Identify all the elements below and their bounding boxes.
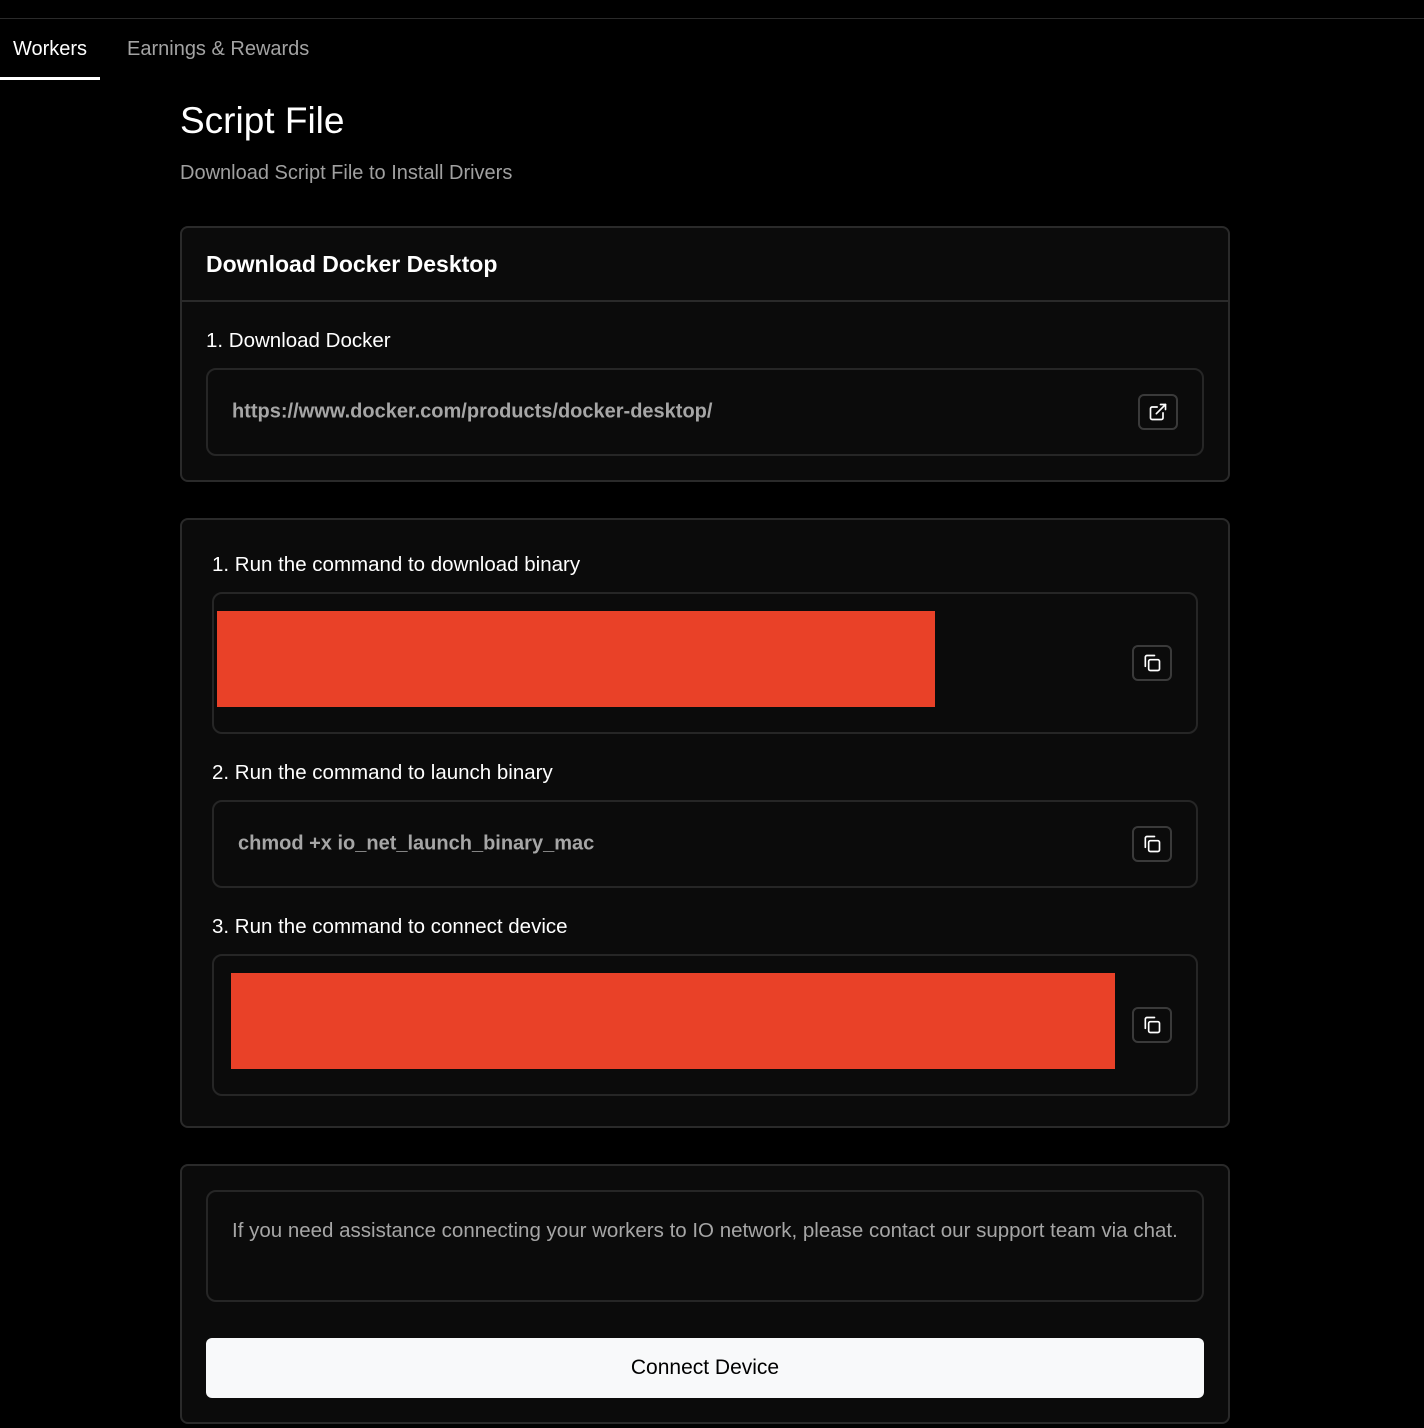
tab-earnings-label: Earnings & Rewards (127, 38, 310, 60)
docker-url-field: https://www.docker.com/products/docker-d… (206, 368, 1204, 456)
copy-connect-command-button[interactable] (1132, 1007, 1172, 1043)
support-card: If you need assistance connecting your w… (180, 1164, 1230, 1424)
step-3-label: 3. Run the command to connect device (212, 915, 568, 938)
step-1-command-field (212, 592, 1198, 734)
tab-workers[interactable]: Workers (0, 20, 100, 80)
connect-device-button[interactable]: Connect Device (206, 1338, 1204, 1398)
docker-download-card: Download Docker Desktop 1. Download Dock… (180, 226, 1230, 482)
copy-download-command-button[interactable] (1132, 645, 1172, 681)
top-divider (0, 18, 1424, 19)
step-3-command-field (212, 954, 1198, 1096)
external-link-icon (1149, 403, 1167, 421)
tab-earnings-rewards[interactable]: Earnings & Rewards (127, 20, 309, 80)
active-tab-indicator (0, 77, 100, 80)
download-docker-label: 1. Download Docker (206, 329, 391, 352)
copy-launch-command-button[interactable] (1132, 826, 1172, 862)
step-1-label: 1. Run the command to download binary (212, 553, 581, 576)
copy-icon (1144, 654, 1161, 672)
support-notice: If you need assistance connecting your w… (206, 1190, 1204, 1302)
copy-icon (1144, 835, 1161, 853)
tab-bar: Workers Earnings & Rewards (0, 20, 400, 80)
copy-icon (1144, 1016, 1161, 1034)
redacted-command (231, 973, 1115, 1069)
step-2-label: 2. Run the command to launch binary (212, 761, 553, 784)
tab-workers-label: Workers (12, 38, 88, 60)
redacted-command (217, 611, 935, 707)
step-2-command-field: chmod +x io_net_launch_binary_mac (212, 800, 1198, 888)
page-subtitle: Download Script File to Install Drivers (180, 162, 513, 184)
commands-card: 1. Run the command to download binary 2.… (180, 518, 1230, 1128)
docker-url-text[interactable]: https://www.docker.com/products/docker-d… (232, 401, 712, 424)
page-title: Script File (180, 100, 345, 141)
card-header: Download Docker Desktop (182, 228, 1228, 302)
launch-command-text[interactable]: chmod +x io_net_launch_binary_mac (238, 833, 594, 856)
open-link-button[interactable] (1138, 394, 1178, 430)
